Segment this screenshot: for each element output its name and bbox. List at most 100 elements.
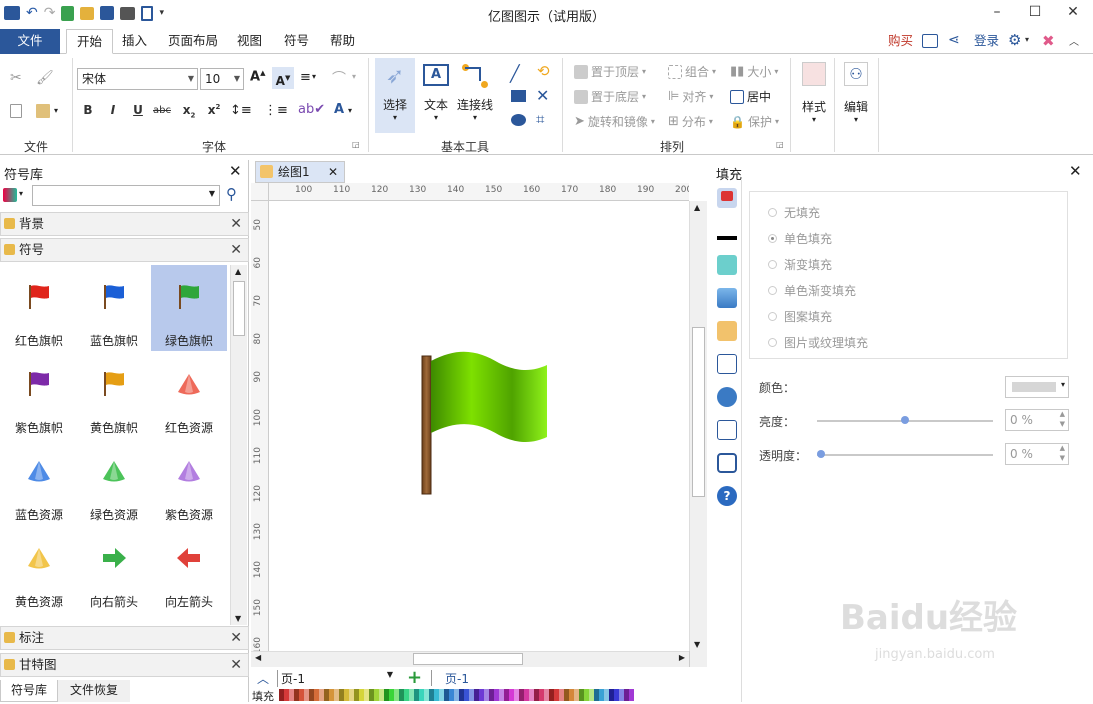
settings-gear-icon[interactable]: ⚙ (1008, 31, 1021, 49)
symbol-item[interactable]: 红色旗帜 (1, 265, 77, 351)
group-button[interactable]: 组合 ▾ (668, 63, 716, 80)
distribute-button[interactable]: ⊞ 分布 ▾ (668, 113, 713, 130)
font-dialog-launcher-icon[interactable]: ◲ (352, 140, 360, 149)
line-tool-icon[interactable]: ╱ (510, 64, 520, 83)
canvas-horizontal-scrollbar[interactable]: ◀ ▶ (251, 651, 689, 667)
text-path-icon[interactable]: ⌒ (332, 68, 346, 88)
brightness-input[interactable]: 0 % ▲ ▼ (1005, 409, 1069, 431)
font-size-select[interactable]: 10 ▼ (200, 68, 244, 90)
copy-icon[interactable] (10, 104, 22, 118)
align-button[interactable]: ⊫ 对齐 ▾ (668, 88, 713, 105)
tab-file[interactable]: 文件 (0, 29, 60, 54)
align-dropdown-icon[interactable]: ▾ (312, 72, 316, 81)
rotate-mirror-button[interactable]: ➤ 旋转和镜像 ▾ (574, 113, 655, 130)
close-section-gantt-icon[interactable]: ✕ (230, 654, 242, 676)
section-callout[interactable]: 标注 ✕ (0, 626, 249, 650)
subscript-icon[interactable]: x2 (180, 103, 198, 119)
tab-symbols[interactable]: 符号 (274, 29, 319, 54)
symbol-item[interactable]: 向左箭头 (151, 526, 227, 612)
fill-color-picker[interactable]: ▾ (1005, 376, 1069, 398)
grow-font-icon[interactable]: A▲ (250, 69, 265, 84)
font-color-dropdown-icon[interactable]: ▾ (348, 106, 352, 115)
symbol-item[interactable]: 绿色资源 (76, 439, 152, 525)
symbol-item[interactable]: 黄色旗帜 (76, 352, 152, 438)
protect-button[interactable]: 🔒 保护 ▾ (730, 113, 779, 130)
edit-button[interactable]: ⚇ 编辑 ▾ (838, 58, 874, 134)
symbol-item[interactable]: 紫色资源 (151, 439, 227, 525)
cut-icon[interactable]: ✂ (10, 70, 22, 86)
tab-symbol-library[interactable]: 符号库 (0, 680, 58, 702)
share-icon[interactable]: ⋖ (948, 32, 960, 48)
screen-icon[interactable] (922, 34, 938, 48)
layer-panel-icon[interactable] (717, 321, 737, 341)
green-flag-shape[interactable] (269, 201, 689, 651)
close-library-icon[interactable]: ✕ (229, 162, 242, 180)
center-button[interactable]: 居中 (730, 88, 771, 105)
send-to-back-button[interactable]: 置于底层 ▾ (574, 88, 646, 105)
symbol-item[interactable]: 黄色资源 (1, 526, 77, 612)
attachment-icon[interactable] (717, 420, 737, 440)
paste-icon[interactable] (36, 104, 50, 118)
format-painter-icon[interactable]: 🖌 (36, 70, 54, 86)
strikethrough-icon[interactable]: abc (153, 105, 171, 116)
transparency-input[interactable]: 0 % ▲ ▼ (1005, 443, 1069, 465)
fill-option-radio[interactable]: 单色填充 (768, 230, 832, 247)
page-list-icon[interactable] (717, 354, 737, 374)
arrange-dialog-launcher-icon[interactable]: ◲ (776, 140, 784, 149)
superscript-icon[interactable]: x2 (205, 103, 223, 117)
close-section-symbols-icon[interactable]: ✕ (230, 239, 242, 261)
image-panel-icon[interactable] (717, 288, 737, 308)
close-window-button[interactable]: ✕ (1054, 0, 1092, 26)
canvas-vertical-scrollbar[interactable]: ▲ ▼ (689, 201, 707, 651)
brightness-slider-knob[interactable] (901, 416, 909, 424)
shadow-panel-icon[interactable] (717, 255, 737, 275)
transparency-slider[interactable] (817, 454, 993, 456)
fill-option-radio[interactable]: 图片或纹理填充 (768, 334, 868, 351)
symbol-item[interactable]: 紫色旗帜 (1, 352, 77, 438)
hyperlink-globe-icon[interactable] (717, 387, 737, 407)
fill-option-radio[interactable]: 渐变填充 (768, 256, 832, 273)
login-link[interactable]: 登录 (964, 29, 1009, 54)
connector-button[interactable]: 连接线 ▾ (455, 58, 495, 134)
symbol-item[interactable]: 绿色旗帜 (151, 265, 227, 351)
tab-view[interactable]: 视图 (227, 29, 272, 54)
library-scrollbar[interactable]: ▲ ▼ (230, 265, 247, 625)
minimize-button[interactable]: – (978, 0, 1016, 26)
tab-file-recovery[interactable]: 文件恢复 (58, 680, 130, 702)
bring-to-front-button[interactable]: 置于顶层 ▾ (574, 63, 646, 80)
comment-icon[interactable] (717, 453, 737, 473)
document-tab[interactable]: 绘图1 ✕ (255, 161, 345, 183)
underline-icon[interactable]: U (129, 103, 147, 117)
tab-help[interactable]: 帮助 (320, 29, 365, 54)
symbol-item[interactable]: 向右箭头 (76, 526, 152, 612)
symbol-item[interactable]: 蓝色旗帜 (76, 265, 152, 351)
close-section-callout-icon[interactable]: ✕ (230, 627, 242, 649)
size-button[interactable]: ▮▮ 大小 ▾ (730, 63, 778, 80)
paste-dropdown-icon[interactable]: ▾ (54, 106, 58, 115)
arc-tool-icon[interactable]: ⟲ (537, 62, 550, 80)
align-text-icon[interactable]: ≡ (300, 70, 311, 85)
add-page-icon[interactable]: + (407, 667, 422, 688)
library-category-icon[interactable] (3, 188, 17, 202)
page-tab-1[interactable]: 页-1 (445, 670, 469, 687)
fill-option-radio[interactable]: 无填充 (768, 204, 820, 221)
tab-insert[interactable]: 插入 (112, 29, 157, 54)
ellipse-tool-icon[interactable] (511, 114, 526, 126)
close-fill-panel-icon[interactable]: ✕ (1069, 162, 1082, 180)
collapse-ribbon-icon[interactable]: ︿ (1069, 33, 1079, 48)
transparency-slider-knob[interactable] (817, 450, 825, 458)
library-category-dropdown-icon[interactable]: ▾ (19, 189, 23, 198)
section-symbols[interactable]: 符号 ✕ (0, 238, 249, 262)
bullets-icon[interactable]: ⋮≡ (264, 103, 288, 118)
text-color-fill-icon[interactable]: ab✔ (298, 102, 325, 117)
drawing-page[interactable] (269, 201, 689, 651)
page-nav-up-icon[interactable]: ︿ (257, 670, 269, 687)
tab-home[interactable]: 开始 (66, 29, 114, 54)
line-spacing-icon[interactable]: ↕≡ (230, 103, 252, 118)
settings-dropdown-icon[interactable]: ▾ (1025, 35, 1029, 44)
bold-icon[interactable]: B (79, 103, 97, 117)
fill-option-radio[interactable]: 单色渐变填充 (768, 282, 856, 299)
text-tool-button[interactable]: A 文本 ▾ (416, 58, 456, 134)
crosshair-tool-icon[interactable]: ✕ (536, 86, 549, 105)
font-name-select[interactable]: 宋体 ▼ (77, 68, 198, 90)
